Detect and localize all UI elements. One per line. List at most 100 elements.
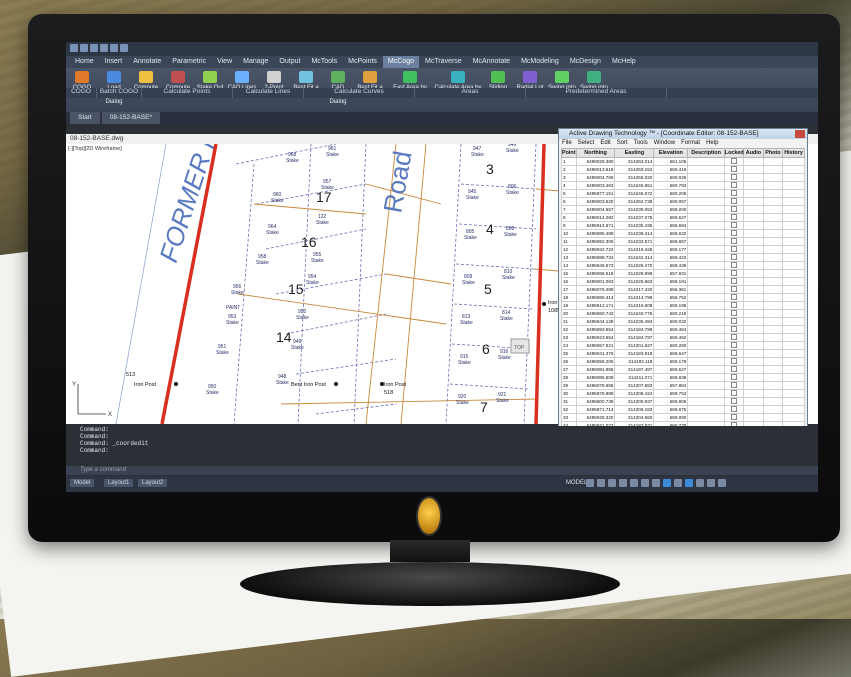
table-cell[interactable]: 314250.152 bbox=[614, 165, 655, 174]
locked-checkbox[interactable] bbox=[723, 285, 745, 294]
locked-checkbox[interactable] bbox=[723, 221, 745, 230]
audio-cell[interactable] bbox=[743, 301, 764, 310]
locked-checkbox[interactable] bbox=[723, 213, 745, 222]
photo-cell[interactable] bbox=[762, 205, 784, 214]
locked-checkbox[interactable] bbox=[723, 381, 745, 390]
photo-cell[interactable] bbox=[762, 317, 784, 326]
column-header[interactable]: Northing bbox=[575, 148, 616, 158]
locked-checkbox[interactable] bbox=[723, 357, 745, 366]
table-cell[interactable]: 314184.797 bbox=[614, 333, 655, 342]
audio-cell[interactable] bbox=[743, 229, 764, 238]
table-row[interactable]: 18 5495980.414 314214.799 556.752 bbox=[561, 293, 805, 302]
history-cell[interactable] bbox=[782, 245, 805, 254]
menu-item[interactable]: Help bbox=[706, 139, 718, 148]
history-cell[interactable] bbox=[782, 341, 805, 350]
layout-tab[interactable]: Layout1 bbox=[104, 479, 134, 487]
photo-cell[interactable] bbox=[762, 309, 784, 318]
table-row[interactable]: 7 5496004.657 314239.053 559.200 bbox=[561, 205, 805, 214]
table-row[interactable]: 5 5495977.151 314245.672 560.206 bbox=[561, 189, 805, 198]
locked-checkbox[interactable] bbox=[723, 253, 745, 262]
table-cell[interactable]: 557.884 bbox=[653, 381, 689, 390]
history-cell[interactable] bbox=[782, 261, 805, 270]
ribbon-tab[interactable]: McCogo bbox=[382, 56, 419, 68]
history-cell[interactable] bbox=[782, 165, 805, 174]
photo-cell[interactable] bbox=[762, 165, 784, 174]
description-cell[interactable] bbox=[687, 325, 725, 334]
ribbon-tab[interactable]: McHelp bbox=[607, 56, 641, 68]
table-cell[interactable]: 5495948.673 bbox=[575, 261, 616, 270]
history-cell[interactable] bbox=[782, 333, 805, 342]
table-cell[interactable]: 26 bbox=[561, 357, 577, 366]
description-cell[interactable] bbox=[687, 309, 725, 318]
photo-cell[interactable] bbox=[762, 197, 784, 206]
table-cell[interactable]: 314193.118 bbox=[614, 357, 655, 366]
table-cell[interactable]: 559.906 bbox=[653, 397, 689, 406]
table-row[interactable]: 33 5495928.320 314204.660 559.080 bbox=[561, 413, 805, 422]
locked-checkbox[interactable] bbox=[723, 261, 745, 270]
customize-icon[interactable] bbox=[718, 479, 726, 487]
audio-cell[interactable] bbox=[743, 261, 764, 270]
locked-checkbox[interactable] bbox=[723, 165, 745, 174]
hardware-accel-icon[interactable] bbox=[685, 479, 693, 487]
description-cell[interactable] bbox=[687, 405, 725, 414]
history-cell[interactable] bbox=[782, 397, 805, 406]
history-cell[interactable] bbox=[782, 405, 805, 414]
audio-cell[interactable] bbox=[743, 165, 764, 174]
photo-cell[interactable] bbox=[762, 253, 784, 262]
undo-icon[interactable] bbox=[100, 44, 108, 52]
ribbon-tab[interactable]: Output bbox=[274, 56, 305, 68]
description-cell[interactable] bbox=[687, 213, 725, 222]
audio-cell[interactable] bbox=[743, 181, 764, 190]
locked-checkbox[interactable] bbox=[723, 333, 745, 342]
table-cell[interactable]: 5496004.769 bbox=[575, 173, 616, 182]
table-cell[interactable]: 5495923.654 bbox=[575, 333, 616, 342]
audio-cell[interactable] bbox=[743, 221, 764, 230]
polar-icon[interactable] bbox=[619, 479, 627, 487]
description-cell[interactable] bbox=[687, 277, 725, 286]
description-cell[interactable] bbox=[687, 189, 725, 198]
column-header[interactable]: History bbox=[782, 148, 805, 158]
table-cell[interactable]: 2 bbox=[561, 165, 577, 174]
locked-checkbox[interactable] bbox=[723, 181, 745, 190]
ribbon-tab[interactable]: McAnnotate bbox=[468, 56, 515, 68]
table-row[interactable]: 6 5496003.520 314252.738 560.057 bbox=[561, 197, 805, 206]
description-cell[interactable] bbox=[687, 253, 725, 262]
photo-cell[interactable] bbox=[762, 221, 784, 230]
document-tab[interactable]: 08-152-BASE* bbox=[101, 112, 161, 124]
table-row[interactable]: 8 5496014.282 314237.075 559.527 bbox=[561, 213, 805, 222]
table-cell[interactable]: 314206.183 bbox=[614, 405, 655, 414]
description-cell[interactable] bbox=[687, 157, 725, 166]
redo-icon[interactable] bbox=[110, 44, 118, 52]
table-cell[interactable]: 314204.660 bbox=[614, 413, 655, 422]
table-cell[interactable]: 560.032 bbox=[653, 317, 689, 326]
table-cell[interactable]: 10 bbox=[561, 229, 577, 238]
photo-cell[interactable] bbox=[762, 245, 784, 254]
photo-cell[interactable] bbox=[762, 389, 784, 398]
table-cell[interactable]: 5495992.306 bbox=[575, 237, 616, 246]
table-cell[interactable]: 314236.414 bbox=[614, 229, 655, 238]
locked-checkbox[interactable] bbox=[723, 325, 745, 334]
table-cell[interactable]: 558.838 bbox=[653, 373, 689, 382]
table-cell[interactable]: 560.025 bbox=[653, 173, 689, 182]
locked-checkbox[interactable] bbox=[723, 405, 745, 414]
table-cell[interactable]: 5495932.722 bbox=[575, 245, 616, 254]
description-cell[interactable] bbox=[687, 165, 725, 174]
audio-cell[interactable] bbox=[743, 173, 764, 182]
column-header[interactable]: Point bbox=[561, 148, 577, 158]
table-row[interactable]: 30 5495978.989 314208.424 559.753 bbox=[561, 389, 805, 398]
table-cell[interactable]: 5495871.714 bbox=[575, 405, 616, 414]
description-cell[interactable] bbox=[687, 181, 725, 190]
description-cell[interactable] bbox=[687, 285, 725, 294]
table-cell[interactable]: 559.527 bbox=[653, 213, 689, 222]
locked-checkbox[interactable] bbox=[723, 173, 745, 182]
table-cell[interactable]: 20 bbox=[561, 309, 577, 318]
photo-cell[interactable] bbox=[762, 333, 784, 342]
viewport-label[interactable]: [-][Top][2D Wireframe] bbox=[68, 146, 122, 152]
photo-cell[interactable] bbox=[762, 173, 784, 182]
table-cell[interactable]: 559.675 bbox=[653, 405, 689, 414]
table-row[interactable]: 28 5496085.509 314211.071 558.838 bbox=[561, 373, 805, 382]
table-cell[interactable]: 560.206 bbox=[653, 189, 689, 198]
photo-cell[interactable] bbox=[762, 381, 784, 390]
photo-cell[interactable] bbox=[762, 397, 784, 406]
settings-icon[interactable] bbox=[674, 479, 682, 487]
